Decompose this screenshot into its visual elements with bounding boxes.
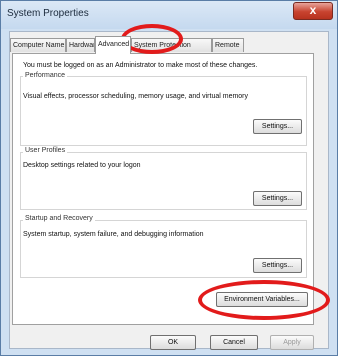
performance-description: Visual effects, processor scheduling, me… [23, 93, 249, 100]
admin-notice: You must be logged on as an Administrato… [23, 62, 258, 69]
tab-advanced[interactable]: Advanced [95, 36, 131, 54]
tab-remote[interactable]: Remote [212, 38, 244, 52]
window-title: System Properties [7, 8, 89, 19]
startup-recovery-label: Startup and Recovery [23, 215, 95, 222]
performance-settings-button[interactable]: Settings... [253, 119, 302, 134]
startup-recovery-description: System startup, system failure, and debu… [23, 231, 204, 238]
close-button[interactable]: x [293, 2, 333, 20]
tab-system-protection[interactable]: System Protection [131, 38, 212, 52]
user-profiles-settings-button[interactable]: Settings... [253, 191, 302, 206]
startup-recovery-settings-button[interactable]: Settings... [253, 258, 302, 273]
environment-variables-button[interactable]: Environment Variables... [216, 292, 308, 307]
user-profiles-description: Desktop settings related to your logon [23, 162, 141, 169]
close-icon: x [309, 3, 317, 17]
user-profiles-label: User Profiles [23, 147, 68, 154]
tab-hardware[interactable]: Hardware [66, 38, 95, 52]
tab-computer-name[interactable]: Computer Name [10, 38, 66, 52]
ok-button[interactable]: OK [150, 335, 196, 350]
cancel-button[interactable]: Cancel [210, 335, 258, 350]
performance-group [20, 76, 307, 146]
apply-button[interactable]: Apply [270, 335, 314, 350]
title-bar[interactable]: System Properties x [1, 1, 337, 29]
performance-label: Performance [23, 72, 68, 79]
